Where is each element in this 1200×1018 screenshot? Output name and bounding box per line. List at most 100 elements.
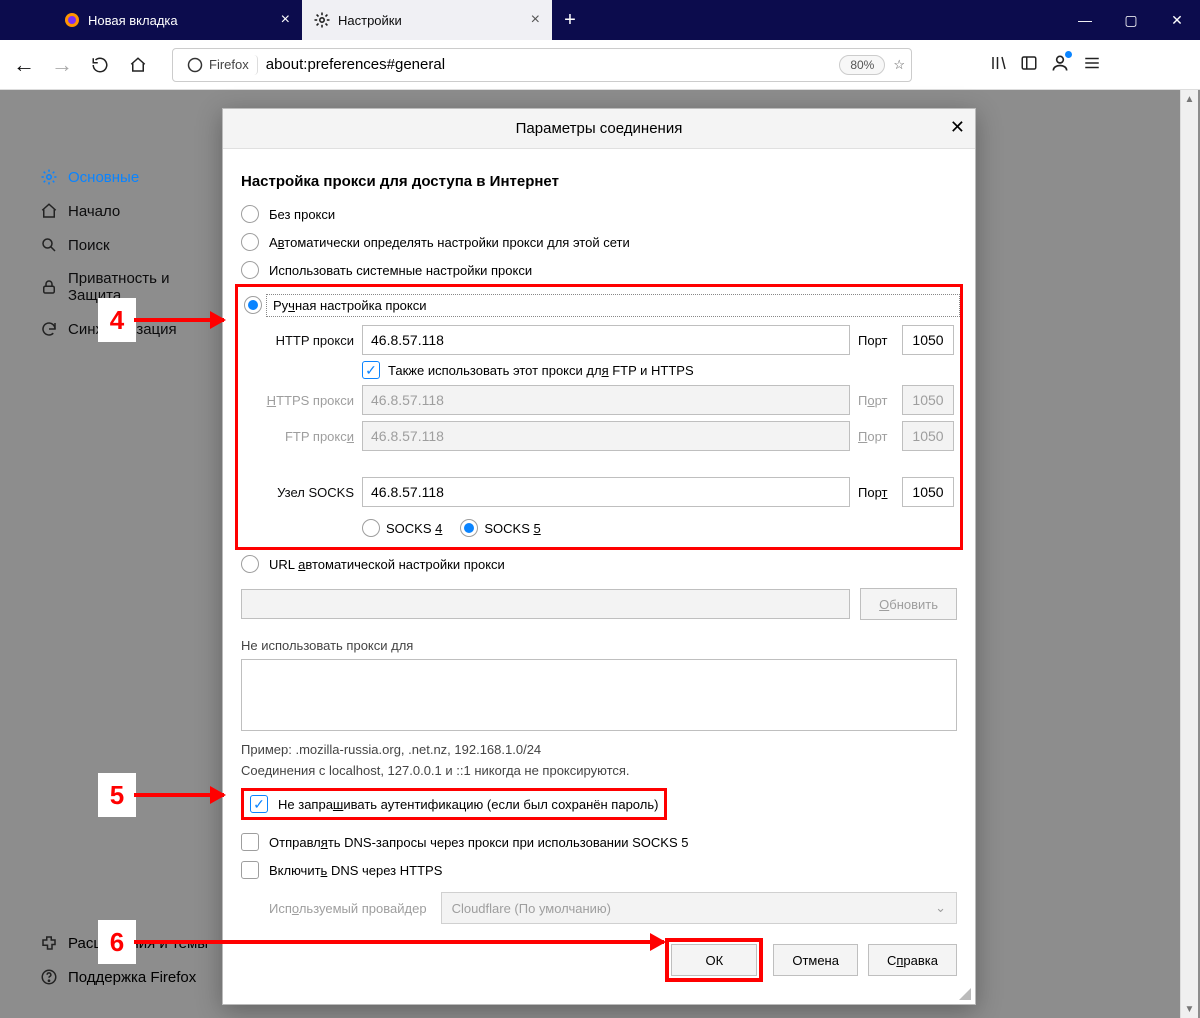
radio-label: SOCKS 5 — [484, 521, 540, 536]
dialog-close-button[interactable]: ✕ — [950, 117, 965, 138]
https-proxy-input — [362, 385, 850, 415]
resize-grip-icon[interactable] — [959, 988, 973, 1002]
sidebar-item-search[interactable]: Поиск — [36, 228, 206, 262]
back-button[interactable]: ← — [8, 49, 40, 81]
chevron-down-icon: ⌄ — [935, 900, 946, 916]
prefs-sidebar: Основные Начало Поиск Приватность и Защи… — [36, 160, 206, 346]
bookmark-star-icon[interactable]: ☆ — [893, 57, 905, 73]
radio-icon — [241, 205, 259, 223]
http-proxy-input[interactable] — [362, 325, 850, 355]
radio-label: SOCKS 4 — [386, 521, 442, 536]
socks-port-input[interactable] — [902, 477, 954, 507]
gear-icon — [314, 12, 330, 28]
socks-host-input[interactable] — [362, 477, 850, 507]
provider-value: Cloudflare (По умолчанию) — [452, 901, 611, 916]
share-proxy-checkbox[interactable] — [362, 361, 380, 379]
cancel-button[interactable]: Отмена — [773, 944, 858, 976]
library-icon[interactable] — [990, 54, 1008, 75]
radio-icon — [241, 233, 259, 251]
radio-no-proxy[interactable]: Без прокси — [241, 200, 957, 228]
radio-label: Ручная настройка прокси — [266, 294, 960, 317]
share-proxy-label: Также использовать этот прокси для FTP и… — [388, 363, 694, 378]
dns-over-https-checkbox-row[interactable]: Включить DNS через HTTPS — [241, 856, 957, 884]
account-icon[interactable] — [1050, 53, 1070, 76]
sidebar-item-label: Основные — [68, 169, 139, 186]
port-label: Порт — [858, 485, 894, 500]
radio-label: Автоматически определять настройки прокс… — [269, 235, 630, 250]
radio-system[interactable]: Использовать системные настройки прокси — [241, 256, 957, 284]
scroll-down-icon[interactable]: ▼ — [1181, 1000, 1198, 1018]
window-buttons: — ▢ ✕ — [1062, 0, 1200, 40]
url-bar[interactable]: Firefox 80% ☆ — [172, 48, 912, 82]
radio-icon — [244, 296, 262, 314]
provider-select: Cloudflare (По умолчанию) ⌄ — [441, 892, 957, 924]
radio-label: URL автоматической настройки прокси — [269, 557, 505, 572]
radio-manual[interactable]: Ручная настройка прокси — [244, 291, 954, 319]
provider-label: Используемый провайдер — [269, 901, 427, 916]
titlebar: Новая вкладка × Настройки × + — ▢ ✕ — [0, 0, 1200, 40]
sidebar-item-sync[interactable]: Синхронизация — [36, 312, 206, 346]
sidebar-item-privacy[interactable]: Приватность и Защита — [36, 262, 206, 312]
gear-icon — [40, 168, 58, 186]
tab-label: Новая вкладка — [88, 13, 273, 28]
sidebar-item-label: Расширения и темы — [68, 935, 208, 952]
close-icon[interactable]: × — [531, 12, 540, 28]
sidebar-item-support[interactable]: Поддержка Firefox — [36, 960, 226, 994]
checkbox-icon — [241, 861, 259, 879]
sidebar-item-general[interactable]: Основные — [36, 160, 206, 194]
https-proxy-label: HTTPS прокси — [244, 393, 354, 408]
sidebar-item-label: Начало — [68, 203, 120, 220]
identity-box[interactable]: Firefox — [179, 55, 258, 75]
tab-settings[interactable]: Настройки × — [302, 0, 552, 40]
firefox-icon — [64, 12, 80, 28]
no-proxy-for-input[interactable] — [241, 659, 957, 731]
ok-button[interactable]: ОК — [671, 944, 757, 976]
dns-over-socks-checkbox-row[interactable]: Отправлять DNS-запросы через прокси при … — [241, 828, 957, 856]
help-button[interactable]: Справка — [868, 944, 957, 976]
port-label: Порт — [858, 393, 894, 408]
no-auth-checkbox[interactable] — [250, 795, 268, 813]
radio-autodetect[interactable]: Автоматически определять настройки прокс… — [241, 228, 957, 256]
home-button[interactable] — [122, 49, 154, 81]
connection-settings-dialog: Параметры соединения ✕ Настройка прокси … — [222, 108, 976, 1005]
minimize-button[interactable]: — — [1062, 0, 1108, 40]
radio-icon — [241, 555, 259, 573]
maximize-button[interactable]: ▢ — [1108, 0, 1154, 40]
radio-label: Использовать системные настройки прокси — [269, 263, 532, 278]
search-icon — [40, 236, 58, 254]
ftp-port-input — [902, 421, 954, 451]
menu-button[interactable] — [1076, 54, 1108, 75]
no-auth-label: Не запрашивать аутентификацию (если был … — [278, 797, 658, 812]
new-tab-button[interactable]: + — [552, 0, 588, 40]
ftp-proxy-label: FTP прокси — [244, 429, 354, 444]
page-scrollbar[interactable]: ▲ ▼ — [1180, 90, 1198, 1018]
nav-toolbar: ← → Firefox 80% ☆ — [0, 40, 1200, 90]
callout-5-highlight: Не запрашивать аутентификацию (если был … — [241, 788, 667, 820]
sidebar-item-label: Приватность и Защита — [68, 270, 202, 304]
no-proxy-for-label: Не использовать прокси для — [241, 638, 957, 653]
puzzle-icon — [40, 934, 58, 952]
identity-label: Firefox — [209, 57, 249, 72]
content-area: ▲ ▼ Основные Начало Поиск Приватность и … — [0, 90, 1200, 1018]
no-proxy-example: Пример: .mozilla-russia.org, .net.nz, 19… — [241, 742, 957, 757]
https-port-input — [902, 385, 954, 415]
sidebar-item-extensions[interactable]: Расширения и темы — [36, 926, 226, 960]
sidebar-icon[interactable] — [1020, 54, 1038, 75]
radio-socks4[interactable]: SOCKS 4 — [362, 519, 442, 537]
http-port-input[interactable] — [902, 325, 954, 355]
close-button[interactable]: ✕ — [1154, 0, 1200, 40]
radio-pac-url[interactable]: URL автоматической настройки прокси — [241, 550, 957, 578]
port-label: Порт — [858, 333, 894, 348]
checkbox-label: Отправлять DNS-запросы через прокси при … — [269, 835, 688, 850]
url-input[interactable] — [266, 56, 832, 73]
forward-button[interactable]: → — [46, 49, 78, 81]
sidebar-item-home[interactable]: Начало — [36, 194, 206, 228]
radio-label: Без прокси — [269, 207, 335, 222]
close-icon[interactable]: × — [281, 12, 290, 28]
prefs-sidebar-bottom: Расширения и темы Поддержка Firefox — [36, 926, 226, 994]
scroll-up-icon[interactable]: ▲ — [1181, 90, 1198, 108]
zoom-indicator[interactable]: 80% — [839, 55, 885, 75]
tab-newtab[interactable]: Новая вкладка × — [52, 0, 302, 40]
radio-socks5[interactable]: SOCKS 5 — [460, 519, 540, 537]
reload-button[interactable] — [84, 49, 116, 81]
